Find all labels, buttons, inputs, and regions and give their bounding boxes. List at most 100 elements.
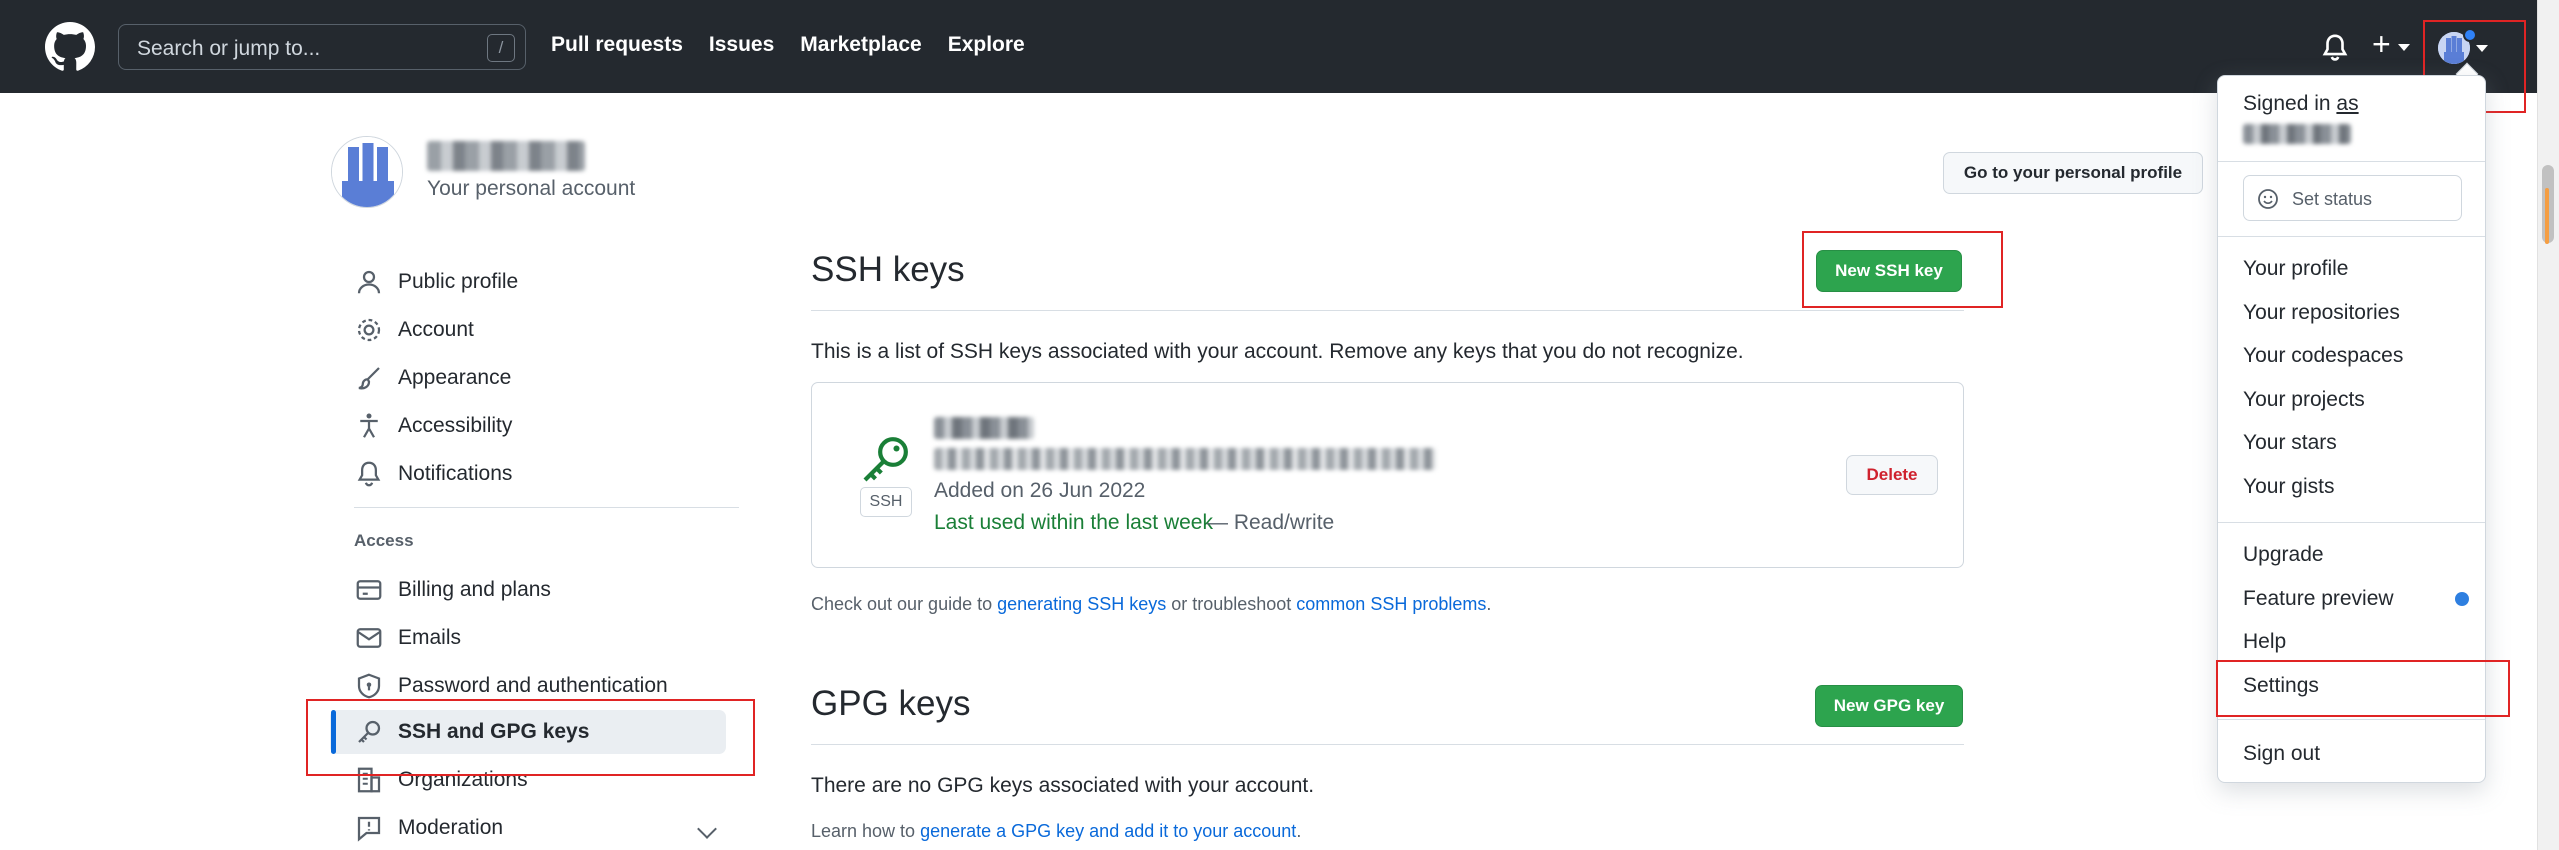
sidebar-item-billing[interactable]: Billing and plans — [330, 568, 726, 612]
account-name-blurred — [427, 141, 585, 171]
create-new-caret-icon[interactable] — [2398, 44, 2410, 51]
gpg-heading-divider — [811, 744, 1964, 745]
ssh-key-last-used: Last used within the last week — [934, 511, 1213, 534]
nav-explore[interactable]: Explore — [948, 33, 1025, 57]
paintbrush-icon — [358, 367, 380, 390]
set-status-label: Set status — [2292, 189, 2373, 209]
new-ssh-key-button[interactable]: New SSH key — [1816, 250, 1962, 292]
ssh-key-fingerprint-blurred — [934, 448, 1436, 470]
account-avatar-image-icon — [332, 137, 402, 207]
ssh-type-badge: SSH — [860, 487, 912, 517]
signed-in-as-text: as — [2336, 92, 2359, 115]
ssh-description: This is a list of SSH keys associated wi… — [811, 340, 1744, 363]
bell-icon — [357, 461, 381, 487]
sidebar-item-notifications[interactable]: Notifications — [330, 452, 726, 496]
sidebar-item-moderation[interactable]: Moderation — [330, 806, 726, 850]
no-gpg-keys-text: There are no GPG keys associated with yo… — [811, 774, 1315, 797]
page-scrollbar[interactable] — [2537, 0, 2559, 850]
menu-upgrade[interactable]: Upgrade — [2243, 543, 2324, 567]
global-header: Search or jump to... / Pull requests Iss… — [0, 0, 2537, 93]
sidebar-item-public-profile[interactable]: Public profile — [330, 260, 726, 304]
scrollbar-marker — [2545, 188, 2549, 244]
sidebar-item-label: Password and authentication — [398, 674, 668, 697]
chevron-down-icon[interactable] — [697, 819, 717, 839]
notifications-bell-icon[interactable] — [2320, 33, 2350, 63]
sidebar-item-label: Public profile — [398, 270, 519, 293]
sidebar-item-password-auth[interactable]: Password and authentication — [330, 664, 726, 708]
sidebar-item-appearance[interactable]: Appearance — [330, 356, 726, 400]
sidebar-item-label: Billing and plans — [398, 578, 551, 601]
ssh-key-title-blurred — [934, 417, 1034, 439]
gpg-keys-heading: GPG keys — [811, 684, 971, 723]
active-indicator — [331, 710, 336, 754]
dropdown-divider — [2218, 161, 2485, 162]
sidebar-item-label: Notifications — [398, 462, 513, 485]
menu-your-repositories[interactable]: Your repositories — [2243, 301, 2400, 325]
menu-sign-out[interactable]: Sign out — [2243, 742, 2320, 766]
new-gpg-key-button[interactable]: New GPG key — [1815, 685, 1963, 727]
key-icon — [358, 720, 381, 743]
signed-in-text: Signed in — [2243, 92, 2331, 115]
generate-gpg-key-link[interactable]: generate a GPG key and add it to your ac… — [920, 821, 1296, 841]
ssh-keys-heading: SSH keys — [811, 250, 965, 289]
sidebar-item-organizations[interactable]: Organizations — [330, 758, 726, 802]
dropdown-divider — [2218, 719, 2485, 720]
menu-your-codespaces[interactable]: Your codespaces — [2243, 344, 2403, 368]
menu-your-projects[interactable]: Your projects — [2243, 388, 2365, 412]
sidebar-item-label: SSH and GPG keys — [398, 720, 590, 743]
sidebar-divider — [354, 507, 739, 508]
github-logo-icon[interactable] — [45, 22, 95, 72]
sidebar-item-label: Account — [398, 318, 474, 341]
sidebar-item-label: Accessibility — [398, 414, 513, 437]
menu-your-stars[interactable]: Your stars — [2243, 431, 2337, 455]
avatar-caret-icon[interactable] — [2476, 45, 2488, 52]
nav-issues[interactable]: Issues — [709, 33, 774, 57]
sidebar-item-label: Appearance — [398, 366, 512, 389]
ssh-guide-text: Check out our guide to generating SSH ke… — [811, 594, 1491, 615]
nav-pull-requests[interactable]: Pull requests — [551, 33, 683, 57]
generating-ssh-keys-link[interactable]: generating SSH keys — [997, 594, 1166, 614]
ssh-heading-divider — [811, 310, 1964, 311]
learn-suffix: . — [1296, 821, 1302, 841]
sidebar-item-label: Organizations — [398, 768, 528, 791]
sidebar-item-label: Moderation — [398, 816, 504, 839]
guide-prefix: Check out our guide to — [811, 594, 998, 614]
sidebar-item-label: Emails — [398, 626, 462, 649]
username-blurred — [2243, 124, 2351, 144]
ssh-key-entry: SSH Added on 26 Jun 2022 Last used withi… — [811, 382, 1964, 568]
gear-icon — [357, 318, 381, 342]
delete-ssh-key-button[interactable]: Delete — [1846, 455, 1938, 495]
set-status-button[interactable]: Set status — [2243, 175, 2462, 221]
common-ssh-problems-link[interactable]: common SSH problems — [1296, 594, 1486, 614]
gpg-learn-text: Learn how to generate a GPG key and add … — [811, 821, 1301, 842]
account-avatar[interactable] — [331, 136, 403, 208]
sidebar-item-ssh-gpg-keys[interactable]: SSH and GPG keys — [330, 710, 726, 754]
signed-in-label: Signed in as — [2243, 92, 2359, 116]
account-subtitle: Your personal account — [427, 177, 636, 200]
menu-feature-preview[interactable]: Feature preview — [2243, 587, 2394, 611]
menu-your-gists[interactable]: Your gists — [2243, 475, 2334, 499]
menu-settings[interactable]: Settings — [2243, 674, 2319, 698]
credit-card-icon — [356, 580, 382, 600]
menu-help[interactable]: Help — [2243, 630, 2286, 654]
search-shortcut-key: / — [487, 34, 515, 62]
menu-your-profile[interactable]: Your profile — [2243, 257, 2348, 281]
person-icon — [357, 270, 381, 294]
nav-marketplace[interactable]: Marketplace — [800, 33, 921, 57]
create-new-plus-icon[interactable]: + — [2372, 28, 2391, 60]
go-to-profile-button[interactable]: Go to your personal profile — [1943, 152, 2203, 194]
search-input[interactable]: Search or jump to... / — [118, 24, 526, 70]
report-icon — [357, 816, 381, 842]
organization-icon — [357, 767, 381, 793]
ssh-key-added-date: Added on 26 Jun 2022 — [934, 479, 1146, 502]
sidebar-item-emails[interactable]: Emails — [330, 616, 726, 660]
shield-lock-icon — [357, 673, 381, 699]
user-dropdown-menu: Signed in as Set status Your profile You… — [2217, 75, 2486, 783]
dropdown-divider — [2218, 236, 2485, 237]
ssh-key-access: — Read/write — [1207, 511, 1335, 534]
top-navigation: Pull requests Issues Marketplace Explore — [551, 33, 1051, 57]
sidebar-item-account[interactable]: Account — [330, 308, 726, 352]
sidebar-item-accessibility[interactable]: Accessibility — [330, 404, 726, 448]
learn-prefix: Learn how to — [811, 821, 921, 841]
mail-icon — [356, 628, 382, 648]
